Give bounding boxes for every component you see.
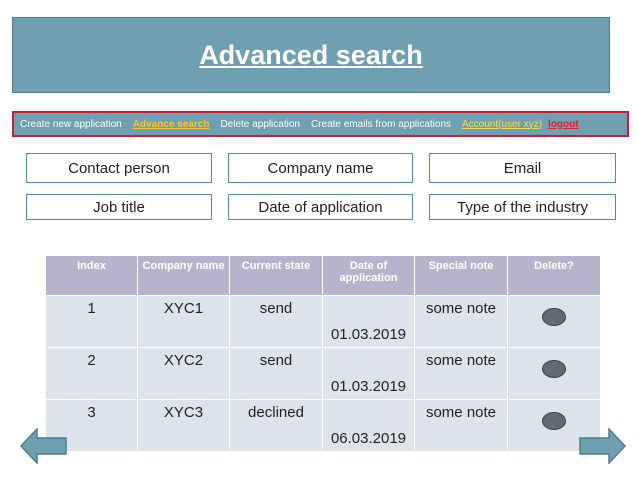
delete-dot-icon[interactable]: [542, 308, 566, 326]
results-table: Index Company name Current state Date of…: [45, 255, 601, 452]
menu-logout[interactable]: logout: [548, 119, 579, 130]
delete-dot-icon[interactable]: [542, 412, 566, 430]
email-filter[interactable]: Email: [429, 153, 616, 183]
menu-advance-search[interactable]: Advance search: [133, 119, 210, 130]
table-header-row: Index Company name Current state Date of…: [45, 255, 601, 296]
menu-delete-application[interactable]: Delete application: [220, 119, 300, 130]
cell-company: XYC3: [137, 399, 230, 452]
table-row[interactable]: 3 XYC3 declined 06.03.2019 some note: [45, 399, 601, 452]
column-header-delete: Delete?: [507, 255, 601, 296]
cell-index: 2: [45, 347, 138, 400]
contact-person-filter[interactable]: Contact person: [26, 153, 212, 183]
arrow-left-icon[interactable]: [20, 428, 68, 464]
cell-date: 01.03.2019: [322, 347, 415, 400]
date-of-application-filter[interactable]: Date of application: [228, 194, 413, 220]
cell-index: 1: [45, 295, 138, 348]
column-header-company-name[interactable]: Company name: [137, 255, 230, 296]
cell-note: some note: [414, 347, 508, 400]
industry-type-filter[interactable]: Type of the industry: [429, 194, 616, 220]
arrow-right-icon[interactable]: [578, 428, 626, 464]
cell-delete: [507, 295, 601, 348]
menu-create-emails[interactable]: Create emails from applications: [311, 119, 451, 130]
delete-dot-icon[interactable]: [542, 360, 566, 378]
top-menu-bar: Create new application Advance search De…: [12, 111, 629, 137]
page-title: Advanced search: [199, 39, 423, 70]
table-row[interactable]: 2 XYC2 send 01.03.2019 some note: [45, 347, 601, 400]
cell-date: 01.03.2019: [322, 295, 415, 348]
cell-date: 06.03.2019: [322, 399, 415, 452]
column-header-date-of-application[interactable]: Date of application: [322, 255, 415, 296]
cell-state: send: [229, 347, 323, 400]
cell-state: send: [229, 295, 323, 348]
cell-delete: [507, 347, 601, 400]
menu-create-new-application[interactable]: Create new application: [20, 119, 122, 130]
cell-company: XYC1: [137, 295, 230, 348]
cell-state: declined: [229, 399, 323, 452]
company-name-filter[interactable]: Company name: [228, 153, 413, 183]
page-header: Advanced search: [12, 17, 610, 93]
column-header-special-note[interactable]: Special note: [414, 255, 508, 296]
column-header-current-state[interactable]: Current state: [229, 255, 323, 296]
cell-note: some note: [414, 399, 508, 452]
cell-company: XYC2: [137, 347, 230, 400]
cell-note: some note: [414, 295, 508, 348]
job-title-filter[interactable]: Job title: [26, 194, 212, 220]
table-row[interactable]: 1 XYC1 send 01.03.2019 some note: [45, 295, 601, 348]
menu-account[interactable]: Account(user xyz): [462, 119, 542, 130]
column-header-index[interactable]: Index: [45, 255, 138, 296]
